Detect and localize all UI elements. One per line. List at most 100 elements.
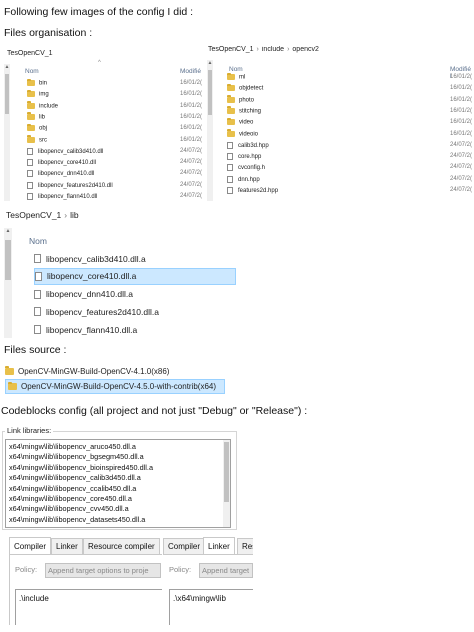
file-row[interactable]: libopencv_core410.dll 24/07/2( — [4, 159, 205, 170]
source-folder-x64[interactable]: OpenCV-MinGW-Build-OpenCV-4.5.0-with-con… — [5, 379, 225, 394]
tab-linker[interactable]: Linker — [203, 537, 235, 554]
file-row[interactable]: libopencv_dnn410.dll.a — [34, 286, 236, 303]
include-dirs-list[interactable]: .\include — [15, 589, 162, 625]
scroll-up-icon[interactable]: ▲ — [207, 60, 213, 66]
file-date: 16/01/2( — [180, 125, 203, 132]
column-name-header[interactable]: Nom — [25, 68, 39, 75]
link-library-item[interactable]: x64\mingw\lib\libopencv_datasets450.dll.… — [9, 515, 145, 524]
scroll-thumb[interactable] — [5, 240, 11, 280]
file-date: 16/01/2( — [180, 91, 203, 98]
file-name: libopencv_flann410.dll — [38, 194, 98, 201]
search-dirs-compiler-panel: Compiler Linker Resource compiler Policy… — [5, 537, 162, 625]
folder-icon — [5, 366, 14, 375]
link-library-item[interactable]: x64\mingw\lib\libopencv_calib3d450.dll.a — [9, 473, 141, 482]
file-date: 24/07/2( — [450, 164, 473, 171]
file-row[interactable]: libopencv_features2d410.dll 24/07/2( — [4, 181, 205, 193]
file-row[interactable]: lib 16/01/2( — [4, 112, 205, 125]
explorer-lib-panel: TesOpenCV_1 › lib Nom ▲ libopencv_calib3d4… — [4, 206, 236, 338]
file-row[interactable]: stitching 16/01/2( — [207, 106, 474, 119]
link-library-item[interactable]: x64\mingw\lib\libopencv_bioinspired450.d… — [9, 463, 153, 472]
file-row[interactable]: libopencv_features2d410.dll.a — [34, 303, 236, 320]
file-row[interactable]: core.hpp 24/07/2( — [207, 153, 474, 164]
file-row[interactable]: libopencv_dnn410.dll 24/07/2( — [4, 170, 205, 181]
file-row[interactable]: libopencv_flann410.dll 24/07/2( — [4, 193, 205, 201]
link-library-item[interactable]: x64\mingw\lib\libopencv_aruco450.dll.a — [9, 442, 136, 451]
file-name: photo — [239, 97, 255, 104]
file-row[interactable]: include 16/01/2( — [4, 101, 205, 114]
file-name: libopencv_calib3d410.dll.a — [46, 253, 146, 264]
scroll-up-icon[interactable]: ▲ — [4, 228, 12, 234]
file-row[interactable]: dnn.hpp 24/07/2( — [207, 175, 474, 187]
link-library-item[interactable]: x64\mingw\lib\libopencv_cvv450.dll.a — [9, 504, 129, 513]
tab-compiler[interactable]: Compiler — [163, 538, 206, 554]
tab-bar: Compiler Linker Resource compiler — [5, 537, 162, 554]
link-libraries-list[interactable]: x64\mingw\lib\libopencv_aruco450.dll.a x6… — [5, 439, 231, 528]
source-folder-x86[interactable]: OpenCV-MinGW-Build-OpenCV-4.1.0(x86) — [5, 364, 169, 378]
file-name: objdetect — [239, 85, 264, 92]
lib-dirs-list[interactable]: .\x64\mingw\lib — [169, 589, 253, 625]
column-name-header[interactable]: Nom — [29, 236, 47, 246]
breadcrumb[interactable]: TesOpenCV_1 — [7, 50, 53, 57]
policy-label: Policy: — [15, 565, 38, 574]
tab-compiler[interactable]: Compiler — [9, 537, 52, 554]
file-icon — [227, 153, 233, 161]
file-icon — [227, 175, 233, 183]
file-icon — [27, 147, 33, 155]
file-date: 16/01/2( — [450, 107, 473, 114]
source-folder-label: OpenCV-MinGW-Build-OpenCV-4.1.0(x86) — [18, 366, 170, 376]
file-row[interactable]: calib3d.hpp 24/07/2( — [207, 141, 474, 153]
file-row[interactable]: objdetect 16/01/2( — [207, 83, 474, 96]
file-row[interactable]: libopencv_flann410.dll.a — [34, 321, 236, 338]
file-row[interactable]: features2d.hpp 24/07/2( — [207, 187, 474, 198]
file-name: img — [39, 91, 49, 98]
file-row[interactable]: libopencv_calib3d410.dll 24/07/2( — [4, 147, 205, 159]
folder-icon — [227, 106, 235, 114]
file-name: dnn.hpp — [238, 176, 260, 183]
file-row[interactable]: photo 16/01/2( — [207, 95, 474, 108]
file-icon — [227, 187, 233, 194]
link-library-item[interactable]: x64\mingw\lib\libopencv_core450.dll.a — [9, 494, 132, 503]
file-row[interactable]: video 16/01/2( — [207, 117, 474, 130]
file-date: 24/07/2( — [450, 187, 473, 193]
breadcrumb[interactable]: TesOpenCV_1 › lib — [6, 210, 79, 220]
link-library-item[interactable]: x64\mingw\lib\libopencv_ccalib450.dll.a — [9, 484, 136, 493]
file-name: calib3d.hpp — [238, 142, 269, 149]
file-name: features2d.hpp — [238, 188, 279, 195]
file-row[interactable]: src 16/01/2( — [4, 135, 205, 148]
column-name-header[interactable]: Nom — [229, 66, 243, 73]
file-row[interactable]: obj 16/01/2( — [4, 123, 205, 136]
file-row[interactable]: libopencv_core410.dll.a — [34, 267, 236, 285]
folder-icon — [227, 117, 235, 126]
search-dirs-linker-panel: Compiler Linker Res Policy: Append targe… — [163, 537, 253, 625]
file-icon — [227, 141, 233, 149]
dir-item[interactable]: .\include — [19, 594, 49, 603]
file-row[interactable]: libopencv_calib3d410.dll.a — [34, 250, 236, 267]
scroll-up-icon[interactable]: ▲ — [4, 64, 10, 70]
file-name: libopencv_features2d410.dll.a — [46, 306, 159, 317]
folder-icon — [8, 381, 17, 390]
policy-combo[interactable]: Append target — [199, 563, 253, 578]
breadcrumb[interactable]: TesOpenCV_1 › include › opencv2 — [208, 46, 319, 53]
file-name: libopencv_calib3d410.dll — [38, 148, 104, 155]
files-organisation-label: Files organisation : — [4, 27, 93, 39]
tab-resource-compiler[interactable]: Res — [237, 538, 253, 554]
vertical-scrollbar[interactable]: ▲ — [4, 228, 12, 338]
column-modified-header[interactable]: Modifié — [180, 68, 201, 75]
dir-item[interactable]: .\x64\mingw\lib — [173, 594, 226, 603]
file-name: obj — [39, 125, 48, 132]
file-row[interactable]: videoio 16/01/2( — [207, 129, 474, 142]
policy-combo[interactable]: Append target options to proje — [45, 563, 161, 578]
file-row[interactable]: bin 16/01/2( — [4, 78, 205, 91]
tab-linker[interactable]: Linker — [51, 538, 83, 554]
file-name: core.hpp — [238, 154, 262, 161]
file-name: lib — [39, 114, 46, 121]
scroll-thumb[interactable] — [224, 442, 229, 502]
file-icon — [27, 193, 33, 200]
tab-resource-compiler[interactable]: Resource compiler — [83, 538, 160, 554]
file-row[interactable]: cvconfig.h 24/07/2( — [207, 164, 474, 175]
vertical-scrollbar[interactable] — [223, 440, 230, 527]
link-library-item[interactable]: x64\mingw\lib\libopencv_bgsegm450.dll.a — [9, 452, 144, 461]
file-row[interactable]: ml 16/01/2( — [207, 72, 474, 85]
file-row[interactable]: img 16/01/2( — [4, 89, 205, 102]
file-date: 16/01/2( — [450, 74, 473, 80]
